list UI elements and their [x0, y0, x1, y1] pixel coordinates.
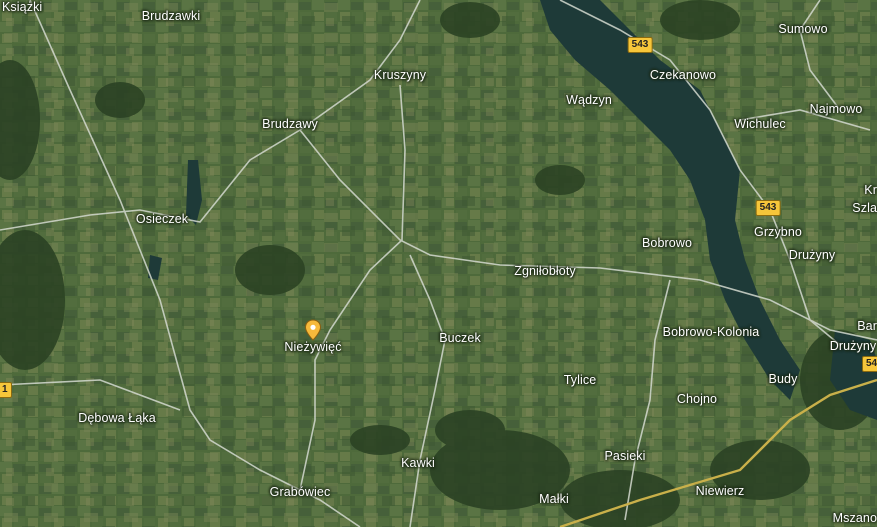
place-label-brudzawy[interactable]: Brudzawy — [262, 117, 318, 131]
place-label-niezywiec[interactable]: Nieżywięć — [284, 340, 341, 354]
place-label-bar-partial[interactable]: Bar — [857, 319, 877, 333]
place-label-grabowiec[interactable]: Grabówiec — [270, 485, 331, 499]
place-label-mszano[interactable]: Mszano — [833, 511, 877, 525]
place-label-pasieki[interactable]: Pasieki — [605, 449, 646, 463]
location-pin-icon[interactable] — [304, 319, 322, 341]
road-shield-54-east: 54 — [862, 356, 877, 372]
place-label-druzyny-1[interactable]: Drużyny — [789, 248, 836, 262]
place-label-niewierz[interactable]: Niewierz — [696, 484, 745, 498]
place-label-brudzawki[interactable]: Brudzawki — [142, 9, 201, 23]
place-label-budy[interactable]: Budy — [769, 372, 798, 386]
place-label-ksiazki[interactable]: Książki — [2, 0, 42, 14]
place-label-osieczek[interactable]: Osieczek — [136, 212, 188, 226]
place-label-wichulec[interactable]: Wichulec — [734, 117, 786, 131]
place-label-sumowo[interactable]: Sumowo — [778, 22, 827, 36]
place-label-buczek[interactable]: Buczek — [439, 331, 481, 345]
place-label-druzyny-2[interactable]: Drużyny — [830, 339, 877, 353]
place-label-bobrowo[interactable]: Bobrowo — [642, 236, 692, 250]
road-shield-543-middle: 543 — [755, 200, 781, 216]
place-label-grzybno[interactable]: Grzybno — [754, 225, 802, 239]
place-label-kr-partial[interactable]: Kr — [864, 183, 877, 197]
place-label-kawki[interactable]: Kawki — [401, 456, 435, 470]
place-label-malki[interactable]: Małki — [539, 492, 569, 506]
place-label-kruszyny[interactable]: Kruszyny — [374, 68, 426, 82]
place-label-zgnilobloty[interactable]: Zgniłobłoty — [514, 264, 576, 278]
place-label-bobrowo-kolonia[interactable]: Bobrowo-Kolonia — [663, 325, 760, 339]
road-shield-543-north: 543 — [627, 37, 653, 53]
place-label-debowa-laka[interactable]: Dębowa Łąka — [78, 411, 156, 425]
place-label-szla-partial[interactable]: Szla — [852, 201, 877, 215]
place-label-czekanowo[interactable]: Czekanowo — [650, 68, 716, 82]
map-imagery — [0, 0, 877, 527]
place-label-wadzyn[interactable]: Wądzyn — [566, 93, 612, 107]
place-label-chojno[interactable]: Chojno — [677, 392, 717, 406]
road-shield-west: 1 — [0, 382, 12, 398]
place-label-tylice[interactable]: Tylice — [564, 373, 597, 387]
satellite-map[interactable]: Książki Brudzawki Kruszyny Sumowo Czekan… — [0, 0, 877, 527]
place-label-najmowo[interactable]: Najmowo — [810, 102, 863, 116]
